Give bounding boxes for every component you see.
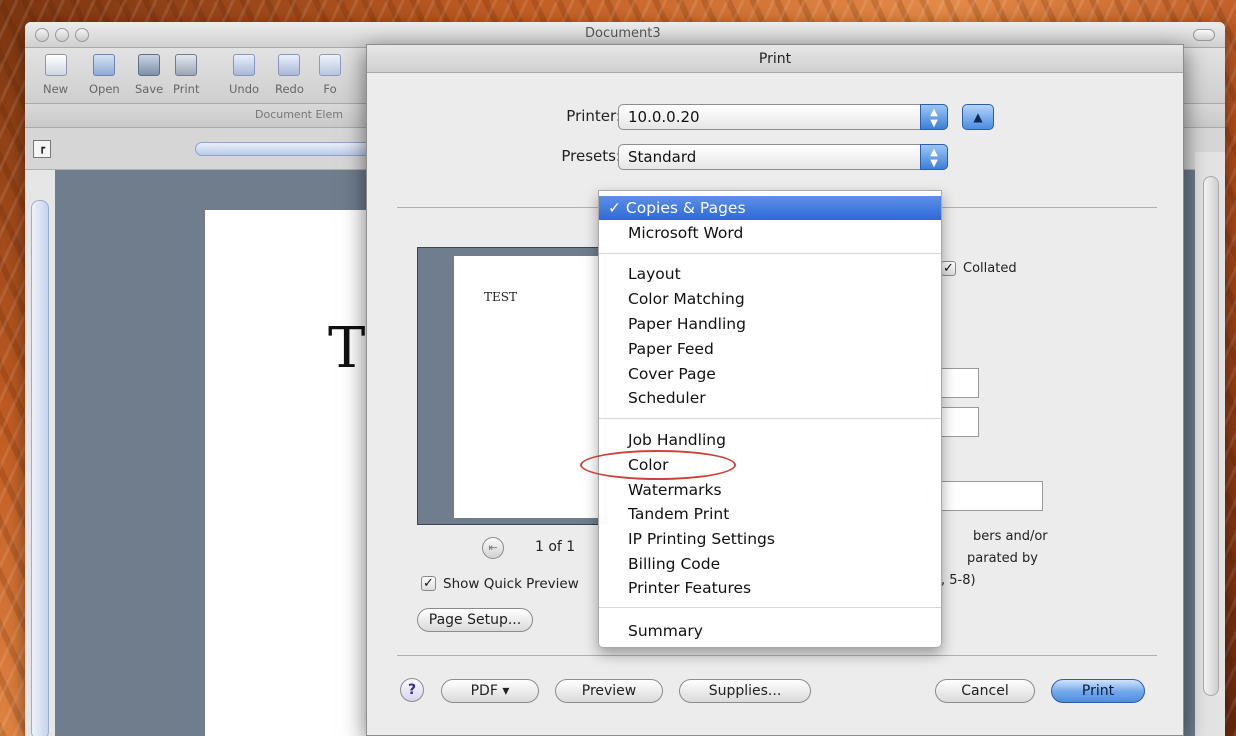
menu-item-printer-features[interactable]: Printer Features <box>599 576 941 600</box>
menu-item-billing-code[interactable]: Billing Code <box>599 552 941 576</box>
collated-label: Collated <box>963 261 1017 276</box>
zoom-window-button[interactable] <box>75 28 89 42</box>
page-count: 1 of 1 <box>535 539 576 555</box>
save-icon <box>138 54 161 76</box>
printer-label: Printer: <box>566 107 621 125</box>
minimize-window-button[interactable] <box>55 28 69 42</box>
pdf-button[interactable]: PDF ▾ <box>441 679 539 703</box>
new-icon <box>44 54 67 76</box>
save-button[interactable]: Save <box>135 54 163 96</box>
menu-separator <box>599 607 941 608</box>
select-arrows-icon: ▲ ▼ <box>920 144 948 170</box>
vertical-scrollbar[interactable] <box>1203 176 1219 696</box>
printer-select[interactable]: 10.0.0.20 ▲ ▼ <box>618 104 948 130</box>
show-quick-preview-label: Show Quick Preview <box>443 576 579 592</box>
format-icon <box>319 54 341 76</box>
menu-item-scheduler[interactable]: Scheduler <box>599 386 941 410</box>
vertical-ruler[interactable] <box>31 200 49 736</box>
presets-label: Presets: <box>561 147 621 165</box>
print-icon <box>175 54 198 76</box>
format-label: Fo <box>323 82 337 96</box>
menu-item-paper-handling[interactable]: Paper Handling <box>599 312 941 336</box>
open-button[interactable]: Open <box>89 54 120 96</box>
horizontal-ruler[interactable] <box>195 142 375 156</box>
print-button[interactable]: Print <box>173 54 199 96</box>
show-quick-preview-checkbox[interactable]: ✓ <box>421 576 436 591</box>
open-icon <box>93 54 116 76</box>
page-range-field[interactable] <box>927 481 1043 511</box>
separator-bottom <box>397 655 1157 656</box>
menu-item-watermarks[interactable]: Watermarks <box>599 478 941 502</box>
select-arrows-icon: ▲ ▼ <box>920 104 948 130</box>
menu-item-color-matching[interactable]: Color Matching <box>599 287 941 311</box>
pages-hint-line3: , 5-8) <box>941 573 976 588</box>
open-label: Open <box>89 82 120 96</box>
menu-item-paper-feed[interactable]: Paper Feed <box>599 337 941 361</box>
print-button[interactable]: Print <box>1051 679 1145 703</box>
presets-value: Standard <box>628 148 697 166</box>
close-window-button[interactable] <box>35 28 49 42</box>
page-setup-button[interactable]: Page Setup... <box>417 608 533 632</box>
tab-stop-icon[interactable]: ┏ <box>33 140 51 158</box>
format-button[interactable]: Fo <box>319 54 341 96</box>
save-label: Save <box>135 82 164 96</box>
help-button[interactable]: ? <box>400 678 424 702</box>
preview-page: TEST <box>454 256 604 518</box>
redo-button[interactable]: Redo <box>275 54 304 96</box>
print-dialog-title: Print <box>367 45 1183 73</box>
menu-separator <box>599 418 941 419</box>
disclosure-button[interactable]: ▲ <box>962 104 994 130</box>
presets-select[interactable]: Standard ▲ ▼ <box>618 144 948 170</box>
menu-item-summary[interactable]: Summary <box>599 619 941 643</box>
pages-hint-line1: bers and/or <box>973 529 1048 544</box>
undo-label: Undo <box>229 82 260 96</box>
menu-item-layout[interactable]: Layout <box>599 262 941 286</box>
menu-item-tandem-print[interactable]: Tandem Print <box>599 502 941 526</box>
preview-button[interactable]: Preview <box>555 679 663 703</box>
menu-item-job-handling[interactable]: Job Handling <box>599 428 941 452</box>
toolbar-toggle-button[interactable] <box>1193 29 1215 41</box>
document-text: T <box>328 316 366 381</box>
printer-value: 10.0.0.20 <box>628 108 700 126</box>
redo-icon <box>278 54 301 76</box>
vertical-scrollbar-track <box>1195 152 1225 736</box>
highlight-ellipse <box>580 450 736 480</box>
pages-hint-line2: parated by <box>967 551 1038 566</box>
previous-page-button[interactable]: ⇤ <box>482 537 504 559</box>
redo-label: Redo <box>275 82 304 96</box>
collated-checkbox[interactable]: ✓ <box>941 261 956 276</box>
menu-item-ip-printing-settings[interactable]: IP Printing Settings <box>599 527 941 551</box>
new-button[interactable]: New <box>43 54 68 96</box>
undo-icon <box>233 54 256 76</box>
preview-text: TEST <box>484 290 517 304</box>
menu-item-copies-pages[interactable]: ✓ Copies & Pages <box>599 196 941 220</box>
supplies-button[interactable]: Supplies... <box>679 679 811 703</box>
ribbon-label: Document Elem <box>255 108 343 121</box>
document-title: Document3 <box>585 26 661 41</box>
print-options-menu: ✓ Copies & Pages Microsoft Word Layout C… <box>598 190 942 648</box>
print-label: Print <box>173 82 200 96</box>
menu-separator <box>599 253 941 254</box>
menu-item-cover-page[interactable]: Cover Page <box>599 362 941 386</box>
new-label: New <box>43 82 69 96</box>
undo-button[interactable]: Undo <box>229 54 259 96</box>
menu-item-microsoft-word[interactable]: Microsoft Word <box>599 221 941 245</box>
cancel-button[interactable]: Cancel <box>935 679 1035 703</box>
quick-preview: TEST <box>417 247 607 525</box>
